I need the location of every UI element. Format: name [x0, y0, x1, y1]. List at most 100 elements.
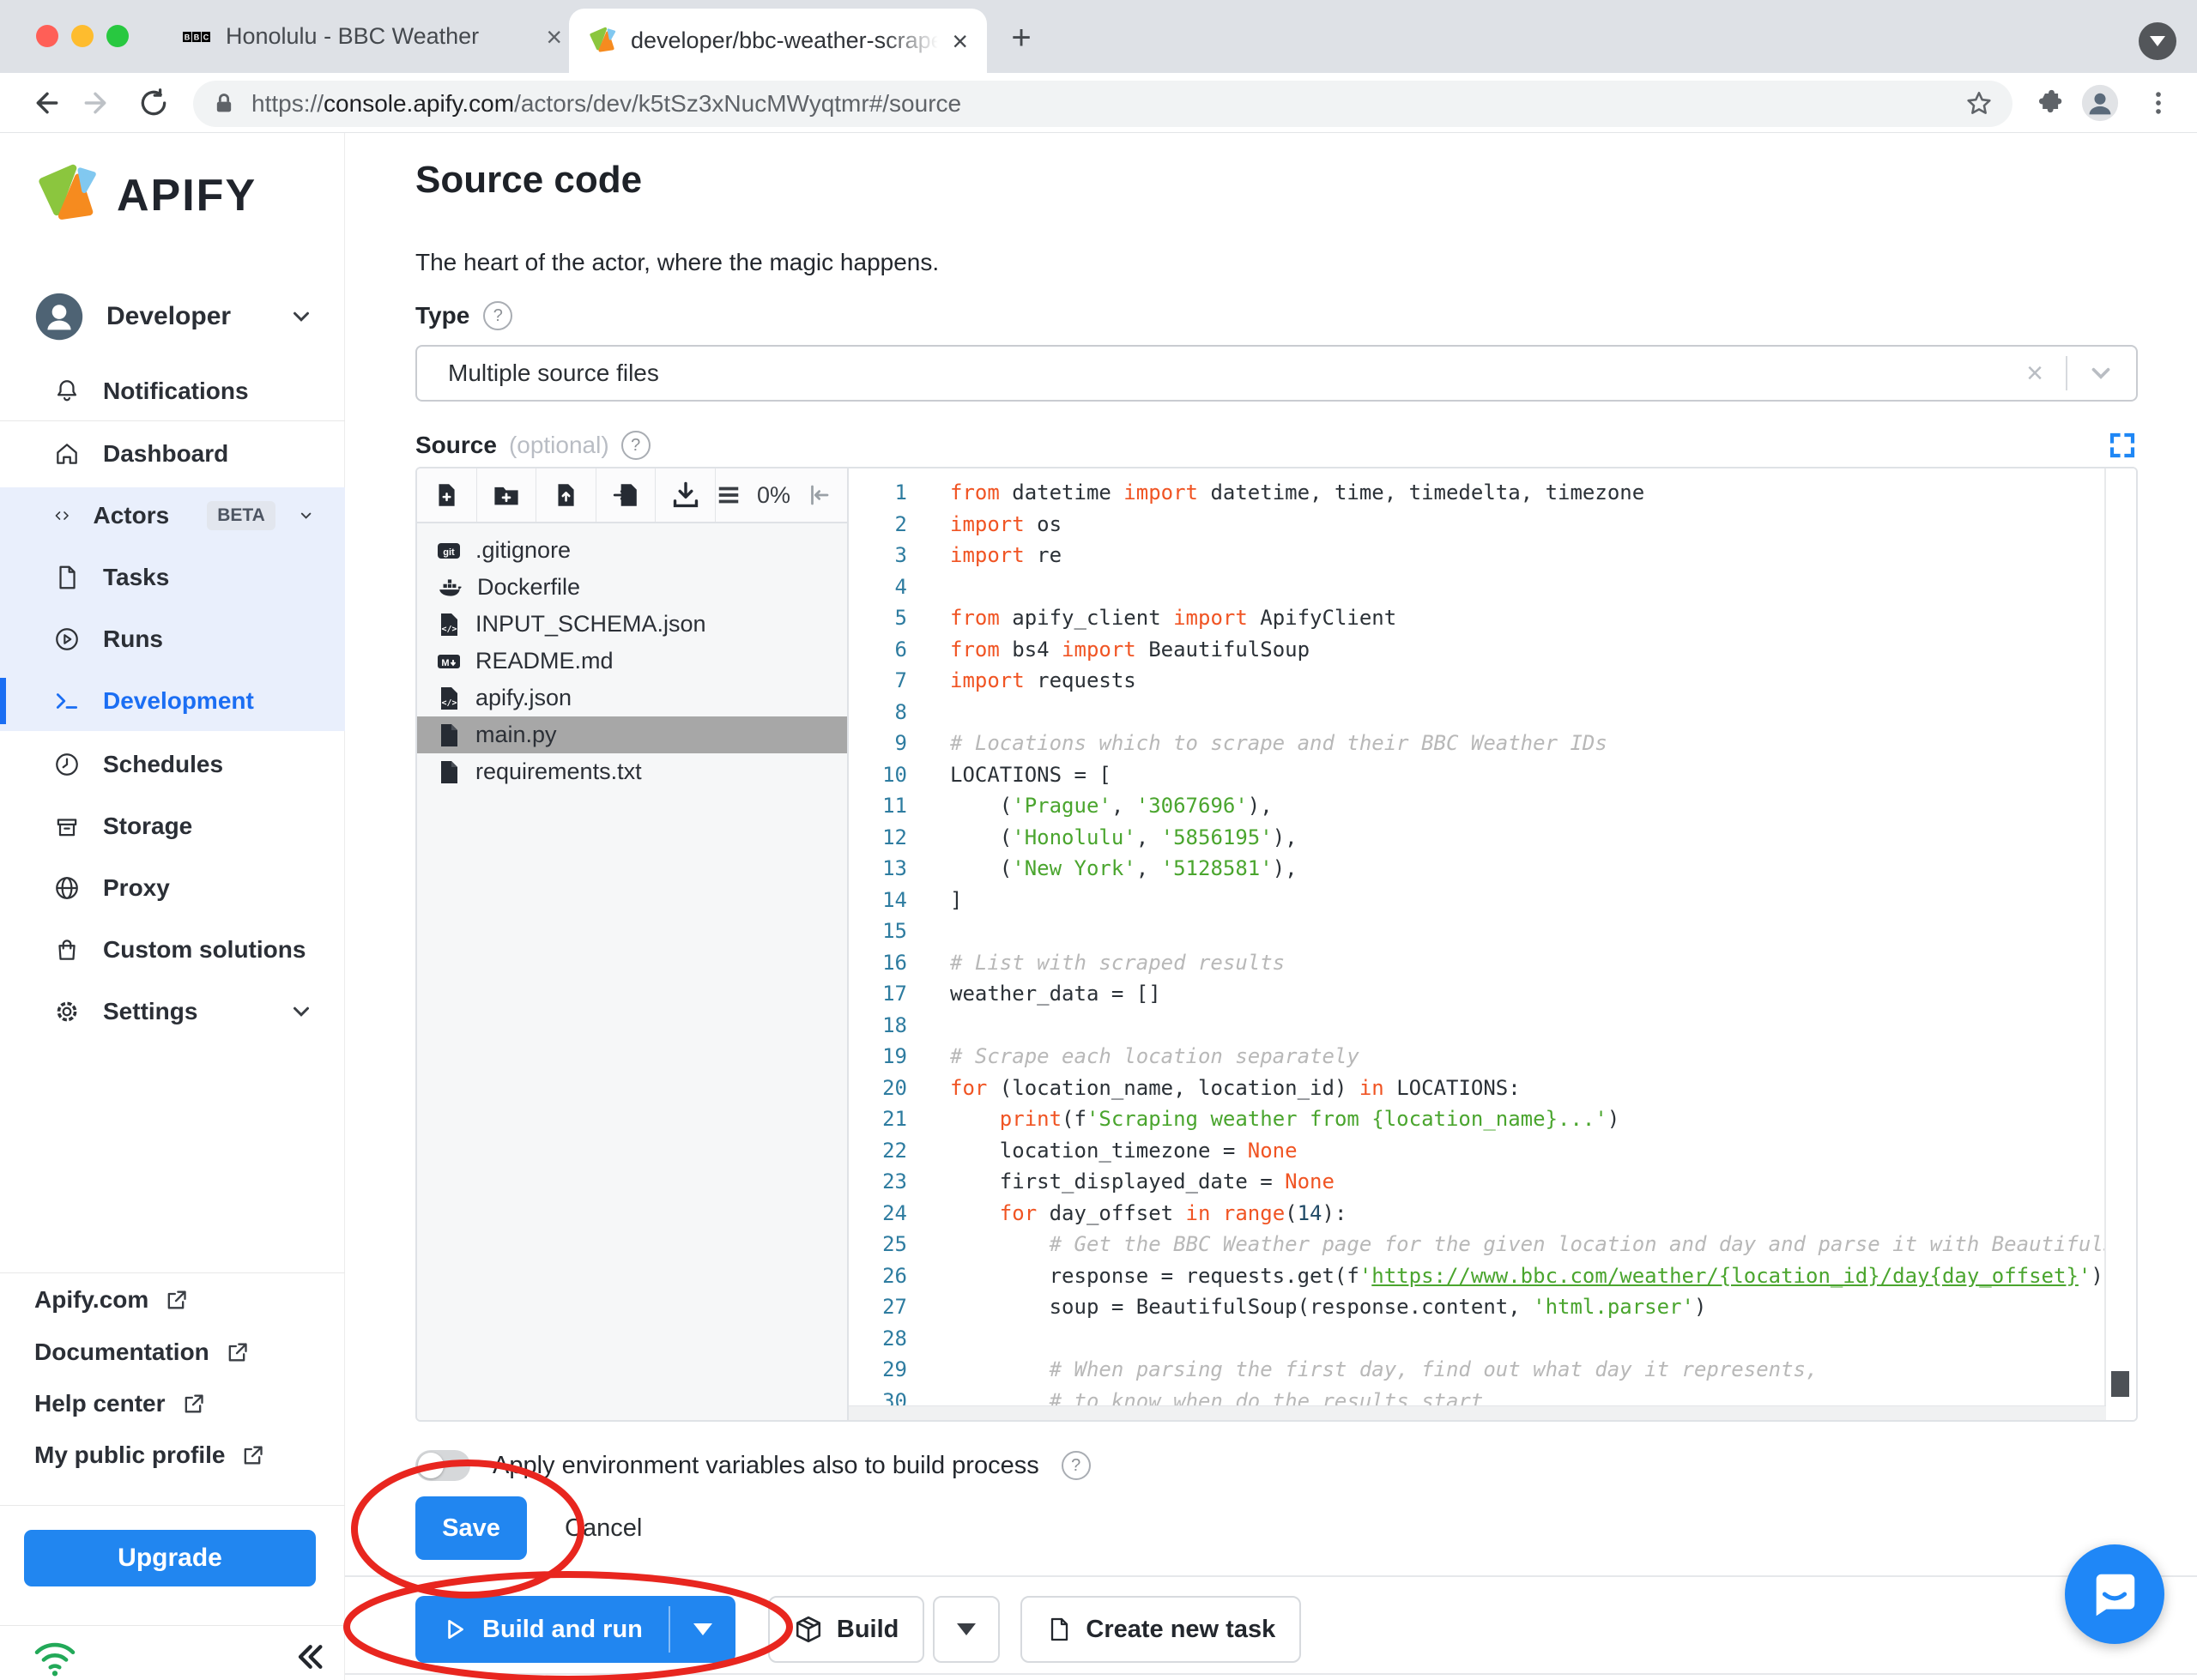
build-and-run-split-button: Build and run — [415, 1596, 735, 1663]
file-row-apify-json[interactable]: </> apify.json — [417, 680, 847, 716]
address-bar[interactable]: https://console.apify.com/actors/dev/k5t… — [193, 81, 2012, 127]
scrollbar-thumb[interactable] — [2111, 1371, 2129, 1397]
link-documentation[interactable]: Documentation — [0, 1329, 345, 1375]
source-code-editor: 0% git .gitignore Dockerfile </> INPUT_S… — [415, 467, 2138, 1422]
close-tab-icon[interactable]: × — [546, 23, 562, 51]
line-number: 22 — [882, 1138, 907, 1163]
file-row-main-py-selected[interactable]: main.py — [417, 716, 847, 753]
help-icon[interactable]: ? — [1061, 1451, 1091, 1480]
external-link-icon — [185, 1394, 203, 1413]
main-content: Source code The heart of the actor, wher… — [345, 133, 2197, 1680]
sidebar-item-dashboard[interactable]: Dashboard — [0, 431, 345, 477]
line-number: 9 — [894, 731, 907, 755]
horizontal-scrollbar[interactable] — [849, 1405, 2106, 1420]
brand-text: APIFY — [117, 171, 257, 221]
sidebar-item-notifications[interactable]: Notifications — [0, 368, 345, 414]
type-select[interactable]: Multiple source files × — [415, 345, 2138, 402]
chevron-down-icon[interactable] — [2086, 359, 2115, 388]
svg-text:M: M — [441, 658, 449, 668]
save-button[interactable]: Save — [415, 1496, 527, 1560]
create-new-task-button[interactable]: Create new task — [1020, 1596, 1302, 1663]
sidebar-item-runs[interactable]: Runs — [0, 616, 345, 662]
vertical-scrollbar[interactable] — [2104, 468, 2136, 1406]
reload-button[interactable] — [134, 83, 173, 123]
code-line: 20 for (location_name, location_id) in LO… — [849, 1076, 2106, 1108]
list-icon[interactable] — [716, 482, 741, 508]
external-link-icon — [245, 1446, 263, 1465]
tab-bbc-weather[interactable]: B B C Honolulu - BBC Weather × — [159, 0, 562, 73]
sidebar-item-schedules[interactable]: Schedules — [0, 741, 345, 788]
account-switcher[interactable]: Developer — [0, 287, 345, 347]
url-text: https://console.apify.com/actors/dev/k5t… — [251, 90, 962, 117]
sidebar-item-development[interactable]: Development — [0, 678, 345, 724]
code-line: 30 # to know when do the results start — [849, 1389, 2106, 1407]
line-number: 13 — [882, 856, 907, 880]
chat-widget-button[interactable] — [2065, 1544, 2164, 1644]
sidebar-item-actors[interactable]: Actors BETA — [0, 493, 345, 539]
line-number: 4 — [894, 574, 907, 599]
build-and-run-dropdown-button[interactable] — [670, 1596, 735, 1663]
new-tab-button[interactable]: + — [1006, 19, 1037, 57]
sidebar-item-proxy[interactable]: Proxy — [0, 865, 345, 911]
download-files-button[interactable] — [656, 468, 716, 522]
new-file-button[interactable] — [417, 468, 477, 522]
clear-select-icon[interactable]: × — [2004, 357, 2066, 390]
new-folder-button[interactable] — [477, 468, 537, 522]
file-row-readme[interactable]: M README.md — [417, 643, 847, 680]
wrap-left-icon[interactable] — [806, 482, 832, 508]
minimize-window-button[interactable] — [71, 25, 94, 47]
help-icon[interactable]: ? — [620, 431, 651, 460]
tab-search-button[interactable] — [2139, 22, 2176, 60]
toggle-label: Apply environment variables also to buil… — [493, 1451, 1039, 1479]
tab-apify-console[interactable]: developer/bbc-weather-scrape × — [569, 9, 987, 73]
build-dropdown-button[interactable] — [933, 1596, 1001, 1663]
back-button[interactable] — [24, 83, 64, 123]
sidebar-item-storage[interactable]: Storage — [0, 803, 345, 849]
file-row-requirements[interactable]: requirements.txt — [417, 753, 847, 790]
forward-button[interactable] — [79, 83, 118, 123]
file-row-gitignore[interactable]: git .gitignore — [417, 532, 847, 569]
sidebar-item-tasks[interactable]: Tasks — [0, 554, 345, 601]
sidebar: APIFY Developer Notifications Dashboard … — [0, 133, 345, 1680]
close-tab-icon[interactable]: × — [952, 27, 968, 55]
browser-window: B B C Honolulu - BBC Weather × developer… — [0, 0, 2197, 1680]
new-file-icon — [439, 484, 455, 506]
line-number: 14 — [882, 887, 907, 912]
zoom-window-button[interactable] — [106, 25, 129, 47]
extensions-button[interactable] — [2029, 83, 2068, 123]
collapse-sidebar-icon[interactable] — [292, 1640, 326, 1674]
sidebar-item-custom-solutions[interactable]: Custom solutions — [0, 927, 345, 973]
import-file-button[interactable] — [596, 468, 657, 522]
upgrade-button[interactable]: Upgrade — [24, 1530, 316, 1586]
link-my-public-profile[interactable]: My public profile — [0, 1432, 345, 1478]
browser-menu-button[interactable] — [2139, 83, 2178, 123]
forward-icon — [84, 92, 106, 114]
apify-logo[interactable]: APIFY — [34, 163, 257, 228]
tab-strip: B B C Honolulu - BBC Weather × developer… — [0, 0, 2197, 73]
line-number: 27 — [882, 1295, 907, 1319]
json-file-icon: </> — [441, 686, 457, 710]
markdown-file-icon: M — [438, 654, 460, 668]
file-row-dockerfile[interactable]: Dockerfile — [417, 569, 847, 606]
upload-file-button[interactable] — [536, 468, 596, 522]
link-apify-com[interactable]: Apify.com — [0, 1277, 345, 1323]
sidebar-item-settings[interactable]: Settings — [0, 988, 345, 1035]
fullscreen-icon[interactable] — [2107, 430, 2138, 461]
line-number: 7 — [894, 668, 907, 692]
profile-button[interactable] — [2080, 83, 2120, 123]
git-file-icon: git — [438, 542, 460, 559]
bookmark-star-icon[interactable] — [1964, 89, 1994, 118]
build-button[interactable]: Build — [767, 1596, 925, 1663]
cancel-button[interactable]: Cancel — [560, 1496, 647, 1560]
window-controls[interactable] — [36, 25, 129, 47]
link-help-center[interactable]: Help center — [0, 1381, 345, 1427]
file-row-input-schema[interactable]: </> INPUT_SCHEMA.json — [417, 606, 847, 643]
code-pane[interactable]: 1 from datetime import datetime, time, ti… — [849, 468, 2136, 1420]
divider — [345, 1673, 2197, 1675]
avatar — [35, 293, 83, 341]
close-window-button[interactable] — [36, 25, 58, 47]
env-vars-toggle[interactable] — [415, 1450, 470, 1481]
lock-icon — [216, 94, 232, 112]
help-icon[interactable]: ? — [483, 301, 513, 330]
build-and-run-button[interactable]: Build and run — [415, 1596, 669, 1663]
